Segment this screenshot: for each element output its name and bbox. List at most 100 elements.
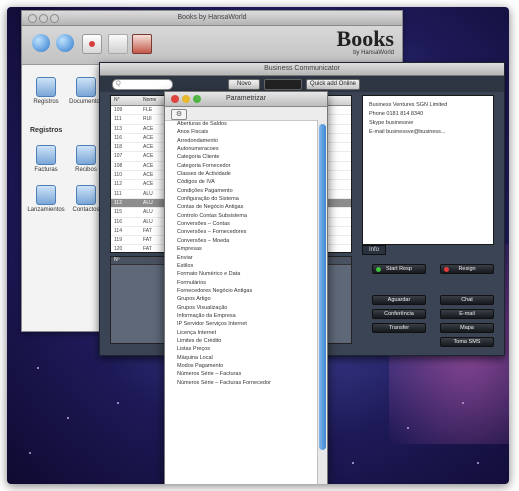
parametrizar-window: Parametrizar ⚙ Aberturas de Saldos Anos F…	[164, 91, 328, 484]
search-input[interactable]: Q	[112, 79, 173, 90]
aguardar-button[interactable]: Aguardar	[372, 295, 426, 305]
list-item[interactable]: Enviar	[165, 254, 318, 262]
red-dot-icon	[444, 266, 449, 272]
sidebar-item-facturas[interactable]: Facturas	[26, 145, 66, 173]
resign-button[interactable]: Resign	[440, 264, 494, 274]
table-cell: FAT	[143, 227, 152, 234]
scrollbar[interactable]	[317, 120, 327, 484]
toma-sms-button[interactable]: Toma SMS	[440, 337, 494, 347]
chat-button[interactable]: Chat	[440, 295, 494, 305]
close-icon[interactable]	[171, 95, 179, 103]
table-cell: 119	[114, 237, 122, 244]
list-item[interactable]: Controlo Contas Subsistema	[165, 212, 318, 220]
list-item[interactable]: Categoria Fornecedor	[165, 162, 318, 170]
close-icon[interactable]	[28, 14, 37, 23]
business-toolbar: Q Novo Quick add Online	[100, 76, 504, 92]
sidebar-group-title: Registros	[30, 127, 63, 134]
list-item[interactable]: Estilos	[165, 262, 318, 270]
zoom-icon[interactable]	[193, 95, 201, 103]
table-cell: ACE	[143, 153, 154, 160]
email-button[interactable]: E-mail	[440, 309, 494, 319]
sidebar-item-registros[interactable]: Registros	[26, 77, 66, 105]
list-item[interactable]: Categoria Cliente	[165, 153, 318, 161]
table-cell: 116	[114, 218, 122, 225]
globe-icon[interactable]	[56, 34, 74, 52]
conferencia-button[interactable]: Conferência	[372, 309, 426, 319]
list-item[interactable]: Autonumeracoes	[165, 145, 318, 153]
zoom-icon[interactable]	[50, 14, 59, 23]
list-item[interactable]: Contas de Negócio Antigas	[165, 203, 318, 211]
table-cell: 120	[114, 246, 123, 253]
quick-add-button[interactable]: Quick add Online	[306, 79, 360, 90]
card-phone: Phone 0181 814 8340	[369, 111, 424, 117]
table-cell: ALU	[143, 209, 153, 216]
list-item[interactable]: Aberturas de Saldos	[165, 120, 318, 128]
table-cell: 113	[114, 125, 122, 132]
list-item[interactable]: Máquina Local	[165, 354, 318, 362]
new-button[interactable]: Novo	[228, 79, 260, 90]
list-item[interactable]: Empresas	[165, 245, 318, 253]
settings-list: Aberturas de Saldos Anos Fiscais Arredonda…	[165, 120, 318, 484]
list-item[interactable]: Números Série – Facturas	[165, 370, 318, 378]
table-cell: FAT	[143, 237, 152, 244]
list-item[interactable]: Arredondamento	[165, 137, 318, 145]
list-item[interactable]: Listas Preços	[165, 345, 318, 353]
table-cell: ACE	[143, 134, 154, 141]
star	[67, 417, 69, 419]
scrollbar-thumb[interactable]	[319, 124, 326, 450]
start-resp-button[interactable]: Start Resp	[372, 264, 426, 274]
list-item[interactable]: Conversões – Fornecedores	[165, 228, 318, 236]
list-item[interactable]: Formato Numérico e Data	[165, 270, 318, 278]
globe-icon[interactable]	[32, 34, 50, 52]
star	[37, 367, 39, 369]
list-item[interactable]: Conversões – Contas	[165, 220, 318, 228]
list-item[interactable]: Conversões – Moeda	[165, 237, 318, 245]
table-cell: 114	[114, 227, 122, 234]
transfer-button[interactable]: Transfer	[372, 323, 426, 333]
list-item[interactable]: Classes de Actividade	[165, 170, 318, 178]
folder-icon	[76, 77, 96, 97]
book-icon	[36, 145, 56, 165]
sidebar-item-lanzamientos[interactable]: Lanzamientos	[26, 185, 66, 213]
minimize-icon[interactable]	[39, 14, 48, 23]
gear-icon[interactable]: ⚙	[171, 109, 187, 120]
business-titlebar: Business Communicator	[100, 63, 504, 76]
list-item[interactable]: Códigos de IVA	[165, 178, 318, 186]
card-email: E-mail businessve@business...	[369, 129, 446, 135]
list-item[interactable]: IP Servidor Serviços Internet	[165, 320, 318, 328]
grid-header-cell[interactable]: N°	[111, 96, 140, 105]
document-icon[interactable]	[108, 34, 128, 54]
list-item[interactable]: Fornecedores Negócio Antigas	[165, 287, 318, 295]
star	[29, 452, 31, 454]
list-item[interactable]: Licença Internet	[165, 329, 318, 337]
minimize-icon[interactable]	[182, 95, 190, 103]
list-item[interactable]: Limites de Crédito	[165, 337, 318, 345]
table-cell: ACE	[143, 172, 154, 179]
table-cell: ALU	[143, 218, 153, 225]
grid-header-cell[interactable]: Nome	[140, 96, 156, 105]
photo-icon[interactable]	[132, 34, 152, 54]
table-cell: 115	[114, 209, 122, 216]
screenshot-frame: Books by HansaWorld Books by HansaWorld …	[7, 7, 509, 484]
green-dot-icon	[376, 266, 381, 272]
list-item[interactable]: Números Série – Facturas Fornecedor	[165, 379, 318, 387]
field-box[interactable]	[264, 79, 302, 90]
table-cell: 107	[114, 153, 123, 160]
tab-info[interactable]: Info	[362, 245, 386, 255]
folder-icon	[36, 77, 56, 97]
clock-icon[interactable]	[82, 34, 102, 54]
red-mark-icon	[89, 41, 95, 47]
list-item[interactable]: Grupos Visualização	[165, 304, 318, 312]
list-item[interactable]: Formulários	[165, 279, 318, 287]
list-item[interactable]: Informação da Empresa	[165, 312, 318, 320]
table-cell: ACE	[143, 125, 154, 132]
list-item[interactable]: Condições Pagamento	[165, 187, 318, 195]
list-item[interactable]: Grupos Artigo	[165, 295, 318, 303]
list-item[interactable]: Modos Pagamento	[165, 362, 318, 370]
table-cell: ALU	[143, 190, 153, 197]
table-cell: 109	[114, 107, 123, 113]
list-item[interactable]: Configuração do Sistema	[165, 195, 318, 203]
card-skype: Skype businessve	[369, 120, 414, 126]
mapa-button[interactable]: Mapa	[440, 323, 494, 333]
list-item[interactable]: Anos Fiscais	[165, 128, 318, 136]
